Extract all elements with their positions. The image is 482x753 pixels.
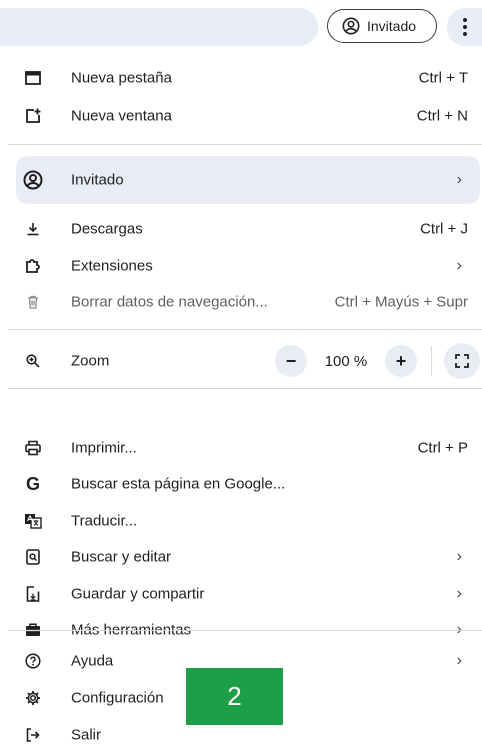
menu-item-label: Nueva ventana: [71, 107, 172, 125]
menu-item-zoom: Zoom − 100 % +: [0, 343, 482, 379]
tab-icon: [23, 68, 43, 88]
menu-separator: [8, 388, 482, 389]
menu-item-print[interactable]: Imprimir... Ctrl + P: [0, 430, 482, 466]
zoom-divider: [431, 346, 432, 376]
menu-item-find-edit[interactable]: Buscar y editar ›: [0, 539, 482, 575]
shortcut-label: Ctrl + J: [420, 220, 468, 238]
menu-item-new-tab[interactable]: Nueva pestaña Ctrl + T: [0, 60, 482, 96]
menu-separator: [8, 144, 482, 145]
menu-item-label: Invitado: [71, 171, 124, 189]
chevron-right-icon: ›: [456, 548, 462, 565]
shortcut-label: Ctrl + T: [418, 69, 468, 87]
menu-item-clear-data[interactable]: Borrar datos de navegación... Ctrl + May…: [0, 284, 482, 320]
menu-item-label: Nueva pestaña: [71, 69, 172, 87]
gear-icon: [23, 688, 43, 708]
chevron-right-icon: ›: [456, 585, 462, 602]
menu-item-label: Descargas: [71, 220, 143, 238]
menu-button[interactable]: [447, 8, 482, 46]
find-page-icon: [23, 547, 43, 567]
menu-item-label: Ayuda: [71, 652, 114, 670]
fullscreen-icon: [455, 354, 469, 368]
menu-item-label: Buscar y editar: [71, 548, 172, 566]
browser-toolbar: Invitado: [0, 0, 482, 52]
menu-item-label: Configuración: [71, 689, 164, 707]
zoom-in-button[interactable]: +: [385, 345, 417, 377]
translate-icon: [23, 511, 43, 531]
save-share-icon: [23, 584, 43, 604]
zoom-icon: [23, 351, 43, 371]
shortcut-label: Ctrl + N: [416, 107, 468, 125]
menu-item-profile[interactable]: Invitado ›: [16, 156, 480, 204]
menu-item-label: Extensiones: [71, 257, 153, 275]
menu-item-search-google[interactable]: G Buscar esta página en Google...: [0, 466, 482, 502]
fullscreen-button[interactable]: [444, 343, 480, 379]
zoom-controls: − 100 % +: [275, 343, 480, 379]
account-circle-icon: [23, 170, 43, 190]
shortcut-label: Ctrl + Mayús + Supr: [334, 293, 468, 311]
vertical-dots-icon: [462, 17, 468, 37]
menu-item-extensions[interactable]: Extensiones ›: [0, 248, 482, 284]
chevron-right-icon: ›: [456, 171, 462, 188]
menu-item-label: Traducir...: [71, 512, 138, 530]
puzzle-icon: [23, 256, 43, 276]
account-circle-icon: [342, 17, 360, 35]
step-number-badge: 2: [186, 668, 283, 725]
chevron-right-icon: ›: [456, 652, 462, 669]
new-window-icon: [23, 106, 43, 126]
menu-item-translate[interactable]: Traducir...: [0, 503, 482, 539]
address-bar[interactable]: [0, 8, 318, 46]
menu-item-downloads[interactable]: Descargas Ctrl + J: [0, 211, 482, 247]
menu-separator-hidden: [8, 630, 482, 631]
chevron-right-icon: ›: [456, 257, 462, 274]
zoom-out-button[interactable]: −: [275, 345, 307, 377]
trash-icon: [23, 292, 43, 312]
menu-item-label: Imprimir...: [71, 439, 137, 457]
menu-item-label: Guardar y compartir: [71, 585, 205, 603]
zoom-level: 100 %: [324, 352, 368, 370]
menu-separator: [8, 329, 482, 330]
google-g-icon: G: [25, 473, 40, 494]
profile-button-label: Invitado: [367, 18, 417, 34]
download-icon: [23, 219, 43, 239]
menu-item-save-share[interactable]: Guardar y compartir ›: [0, 576, 482, 612]
help-icon: [23, 651, 43, 671]
menu-item-new-window[interactable]: Nueva ventana Ctrl + N: [0, 98, 482, 134]
shortcut-label: Ctrl + P: [417, 439, 468, 457]
profile-button[interactable]: Invitado: [327, 9, 437, 43]
menu-item-label: Zoom: [71, 352, 110, 370]
menu-item-label: Buscar esta página en Google...: [71, 475, 286, 493]
print-icon: [23, 438, 43, 458]
menu-item-label: Borrar datos de navegación...: [71, 293, 268, 311]
menu-item-label: Salir: [71, 726, 102, 744]
exit-icon: [23, 725, 43, 745]
